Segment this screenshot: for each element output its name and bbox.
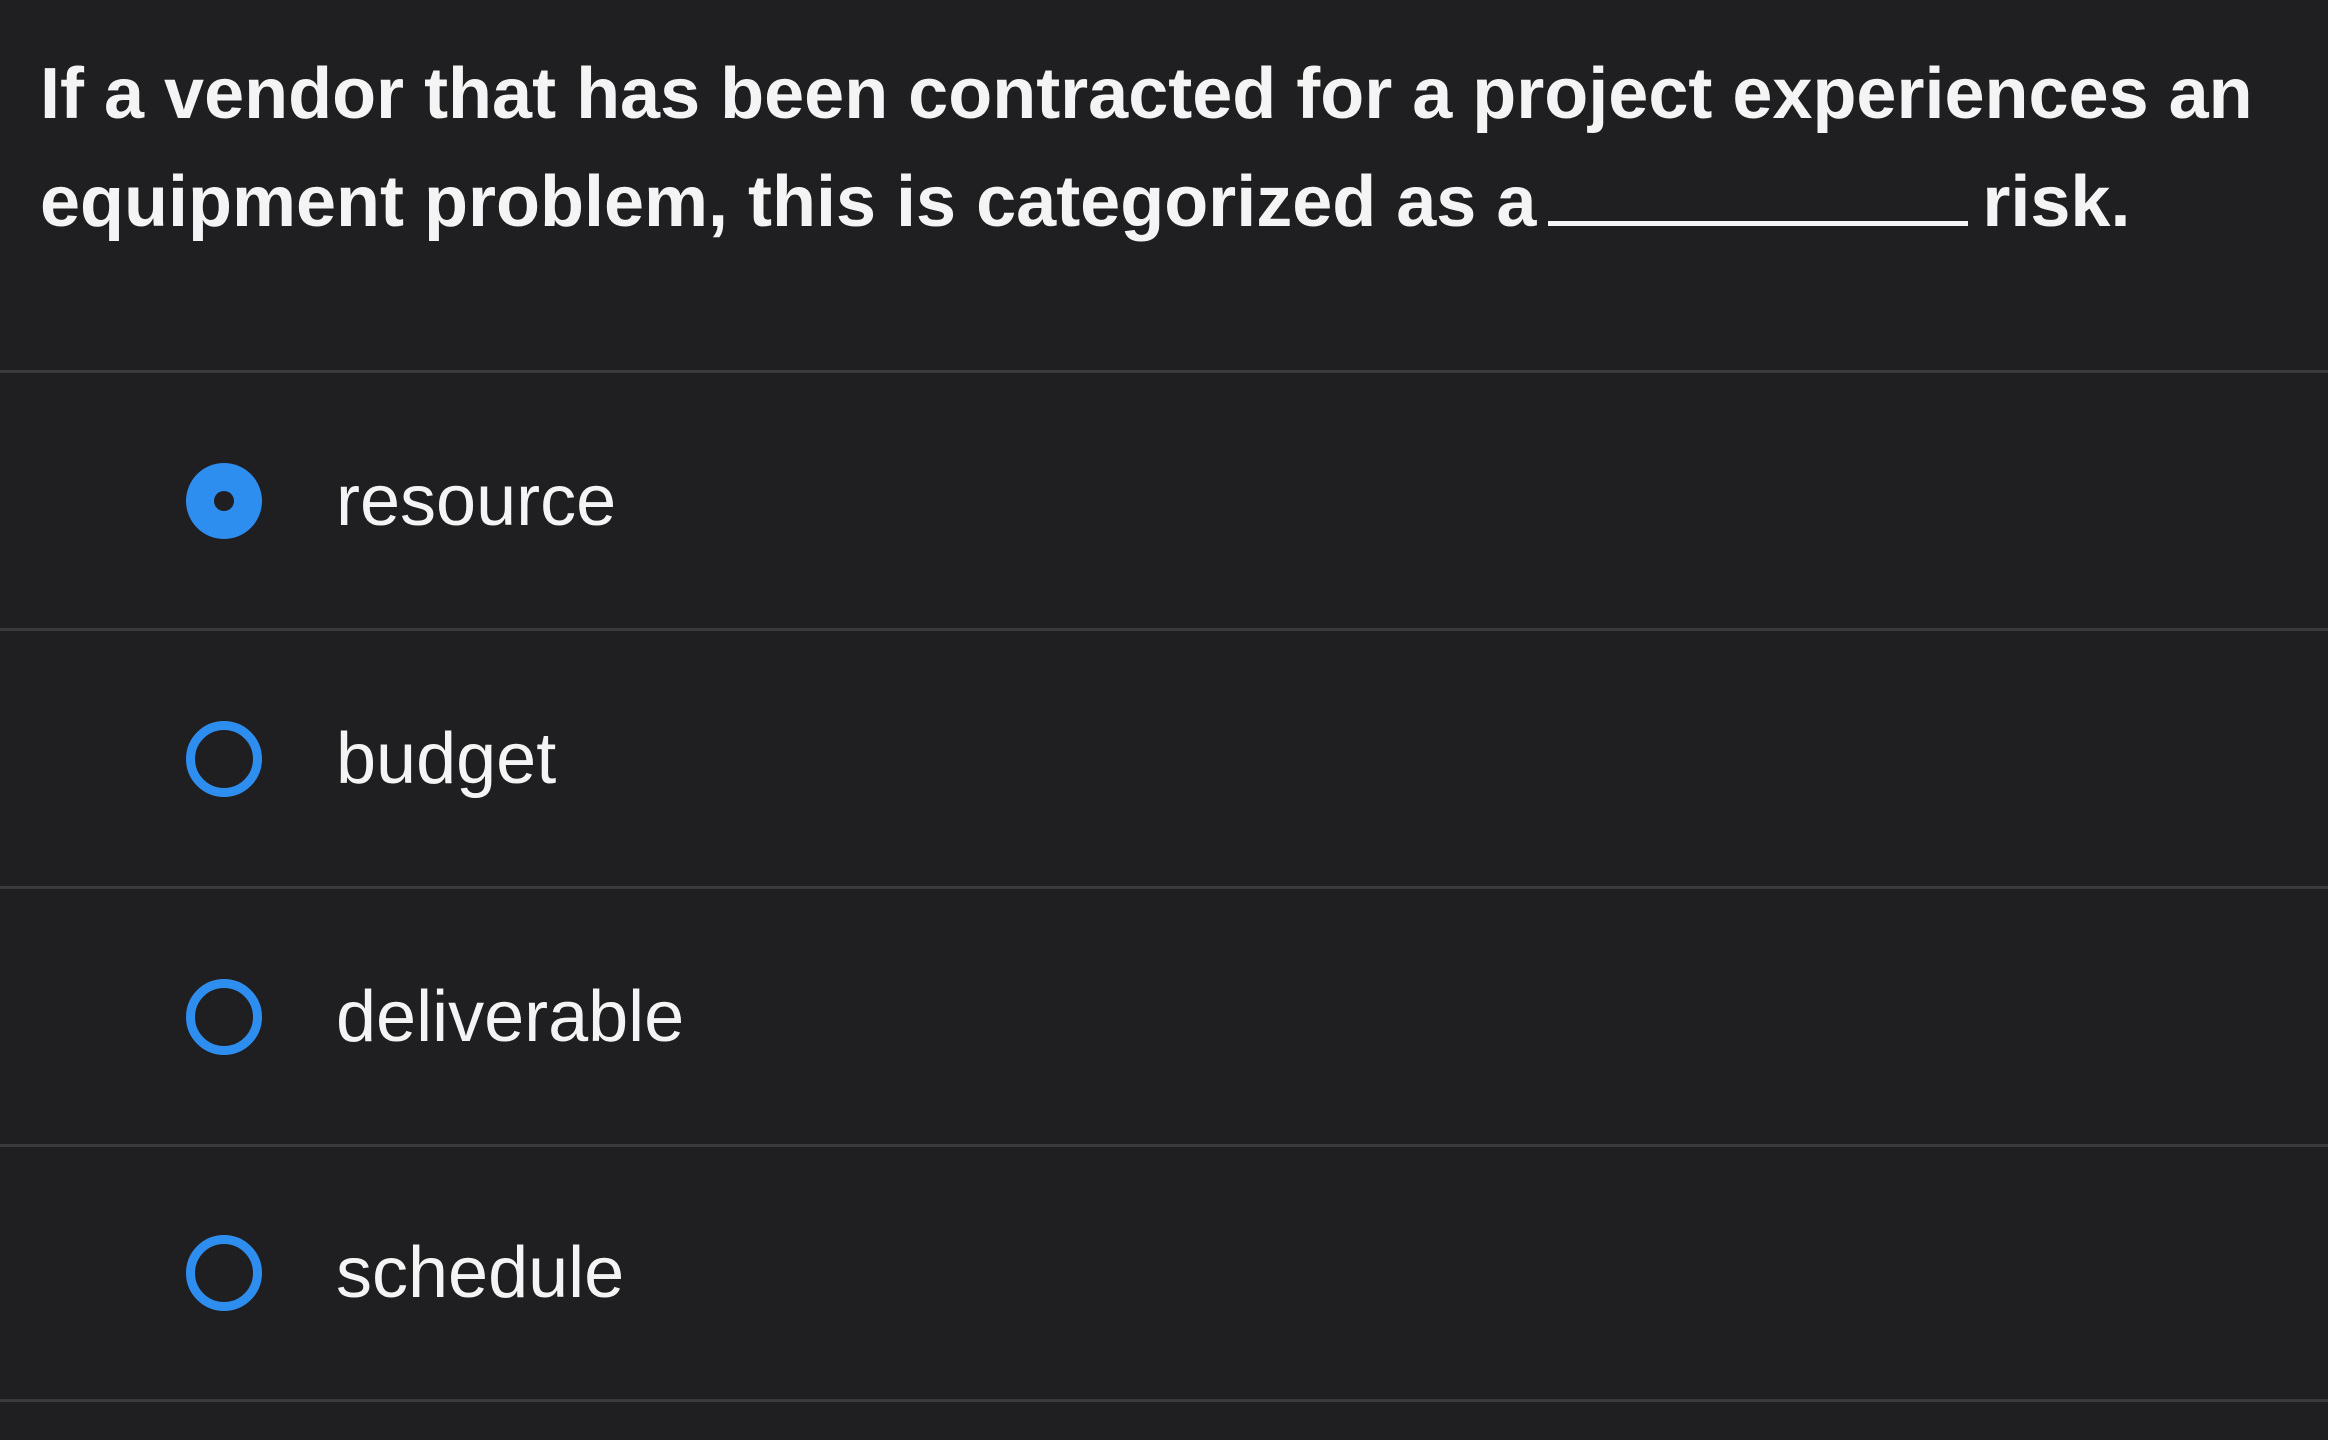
- radio-dot-icon: [214, 490, 234, 511]
- option-budget[interactable]: budget: [0, 628, 2328, 886]
- radio-unselected-icon[interactable]: [186, 720, 262, 797]
- option-label: schedule: [336, 1233, 625, 1313]
- option-label: deliverable: [336, 976, 685, 1057]
- option-deliverable[interactable]: deliverable: [0, 886, 2328, 1144]
- radio-unselected-icon[interactable]: [186, 978, 262, 1055]
- answer-options: resource budget deliverable schedule: [0, 370, 2328, 1402]
- option-schedule[interactable]: schedule: [0, 1144, 2328, 1402]
- answer-blank: [1548, 153, 1969, 226]
- radio-unselected-icon[interactable]: [186, 1235, 262, 1311]
- option-label: budget: [336, 718, 557, 799]
- radio-selected-icon[interactable]: [186, 462, 262, 539]
- option-label: resource: [336, 460, 617, 541]
- option-resource[interactable]: resource: [0, 370, 2328, 628]
- question-text: If a vendor that has been contracted for…: [40, 40, 2260, 256]
- question-text-after-blank: risk.: [1982, 162, 2131, 242]
